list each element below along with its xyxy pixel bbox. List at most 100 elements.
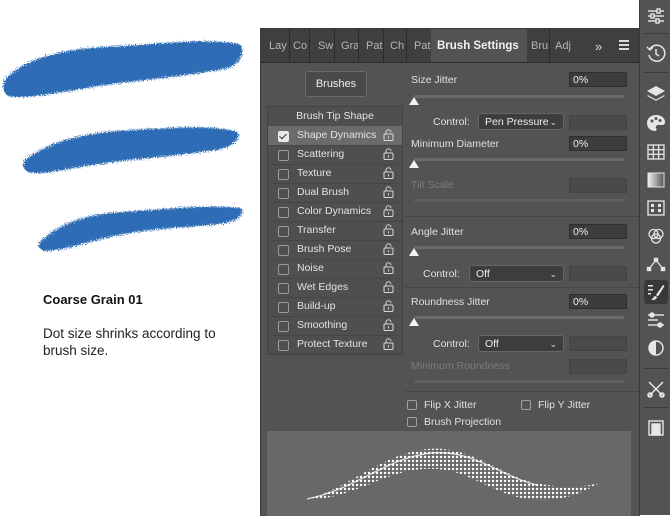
lock-icon[interactable] xyxy=(383,281,394,293)
brush-projection-checkbox[interactable] xyxy=(407,417,417,427)
lock-icon[interactable] xyxy=(383,186,394,198)
lock-icon[interactable] xyxy=(383,148,394,160)
minimum-diameter-slider[interactable] xyxy=(414,158,624,161)
brush-option-protect-texture[interactable]: Protect Texture xyxy=(268,335,402,355)
tab-adjustments[interactable]: Adj xyxy=(555,29,573,62)
tilt-scale-label: Tilt Scale xyxy=(411,179,454,191)
lock-icon[interactable] xyxy=(383,262,394,274)
smoothing-checkbox[interactable] xyxy=(278,321,289,332)
lock-icon[interactable] xyxy=(383,129,394,141)
color-dynamics-checkbox[interactable] xyxy=(278,207,289,218)
tab-color[interactable]: Co xyxy=(293,29,310,62)
divider xyxy=(404,391,640,392)
swatches-grid-icon[interactable] xyxy=(644,140,668,164)
angle-jitter-value[interactable]: 0% xyxy=(569,224,627,239)
brush-option-wet-edges[interactable]: Wet Edges xyxy=(268,278,402,298)
tab-layers[interactable]: Lay xyxy=(269,29,290,62)
brush-option-dual-brush[interactable]: Dual Brush xyxy=(268,183,402,203)
adjustments-icon[interactable] xyxy=(644,336,668,360)
brush-option-shape-dynamics[interactable]: Shape Dynamics xyxy=(268,126,402,146)
brush-option-scattering[interactable]: Scattering xyxy=(268,145,402,165)
protect-texture-label: Protect Texture xyxy=(297,338,368,350)
angle-control-select[interactable]: Off ⌄ xyxy=(469,265,564,282)
lock-icon[interactable] xyxy=(383,224,394,236)
brush-option-brush-pose[interactable]: Brush Pose xyxy=(268,240,402,260)
chevron-down-icon: ⌄ xyxy=(549,117,557,127)
scattering-checkbox[interactable] xyxy=(278,150,289,161)
minimum-diameter-thumb[interactable] xyxy=(409,160,419,168)
protect-texture-checkbox[interactable] xyxy=(278,340,289,351)
channels-icon[interactable] xyxy=(644,224,668,248)
brush-option-transfer[interactable]: Transfer xyxy=(268,221,402,241)
tab-swatches[interactable]: Sw xyxy=(318,29,335,62)
brush-option-color-dynamics[interactable]: Color Dynamics xyxy=(268,202,402,222)
minimum-diameter-value[interactable]: 0% xyxy=(569,136,627,151)
caption-title: Coarse Grain 01 xyxy=(43,292,143,307)
tab-brushes[interactable]: Bru xyxy=(531,29,550,62)
lock-icon[interactable] xyxy=(383,319,394,331)
brushes-button[interactable]: Brushes xyxy=(305,71,367,97)
texture-checkbox[interactable] xyxy=(278,169,289,180)
flip-y-checkbox[interactable] xyxy=(521,400,531,410)
size-jitter-value[interactable]: 0% xyxy=(569,72,627,87)
lock-icon[interactable] xyxy=(383,300,394,312)
roundness-jitter-thumb[interactable] xyxy=(409,318,419,326)
transfer-checkbox[interactable] xyxy=(278,226,289,237)
roundness-jitter-slider[interactable] xyxy=(414,316,624,319)
brush-tip-shape-item[interactable]: Brush Tip Shape xyxy=(268,107,402,127)
brush-option-build-up[interactable]: Build-up xyxy=(268,297,402,317)
library-icon[interactable] xyxy=(644,416,668,440)
lock-icon[interactable] xyxy=(383,338,394,350)
lock-icon[interactable] xyxy=(383,167,394,179)
size-jitter-slider[interactable] xyxy=(414,95,624,98)
right-panel-toolbar xyxy=(639,0,670,515)
size-control-select[interactable]: Pen Pressure ⌄ xyxy=(478,113,564,130)
flip-x-checkbox[interactable] xyxy=(407,400,417,410)
color-palette-icon[interactable] xyxy=(644,111,668,135)
gradient-icon[interactable] xyxy=(644,168,668,192)
lock-icon[interactable] xyxy=(383,243,394,255)
scattering-label: Scattering xyxy=(297,148,345,160)
roundness-control-label: Control: xyxy=(433,338,470,350)
toolbar-divider xyxy=(643,368,669,369)
angle-jitter-thumb[interactable] xyxy=(409,248,419,256)
brush-options-list: Brush Tip Shape Shape Dynamics Scattering… xyxy=(267,106,403,355)
size-jitter-thumb[interactable] xyxy=(409,97,419,105)
brush-settings-icon[interactable] xyxy=(644,280,668,304)
brush-option-smoothing[interactable]: Smoothing xyxy=(268,316,402,336)
layers-icon[interactable] xyxy=(644,82,668,106)
brush-option-noise[interactable]: Noise xyxy=(268,259,402,279)
tab-patterns[interactable]: Pat xyxy=(366,29,384,62)
history-icon[interactable] xyxy=(644,41,668,65)
panel-tab-bar: Lay Co Sw Gra Pat Ch Pat Brush Settings … xyxy=(261,29,640,63)
brush-pose-label: Brush Pose xyxy=(297,243,352,255)
tab-gradients[interactable]: Gra xyxy=(341,29,359,62)
brush-option-texture[interactable]: Texture xyxy=(268,164,402,184)
adjustments-sliders-icon[interactable] xyxy=(644,4,668,28)
noise-checkbox[interactable] xyxy=(278,264,289,275)
build-up-checkbox[interactable] xyxy=(278,302,289,313)
properties-icon[interactable] xyxy=(644,308,668,332)
roundness-control-select[interactable]: Off ⌄ xyxy=(478,335,564,352)
wet-edges-checkbox[interactable] xyxy=(278,283,289,294)
panel-menu-icon[interactable] xyxy=(619,40,629,50)
tools-preset-icon[interactable] xyxy=(644,377,668,401)
patterns-icon[interactable] xyxy=(644,196,668,220)
tab-channels[interactable]: Ch xyxy=(390,29,407,62)
tab-overflow-chevron-icon[interactable]: » xyxy=(595,39,602,54)
size-control-label: Control: xyxy=(433,116,470,128)
tab-paths[interactable]: Pat xyxy=(414,29,431,62)
tab-brush-settings[interactable]: Brush Settings xyxy=(431,29,527,62)
lock-icon[interactable] xyxy=(383,205,394,217)
paths-icon[interactable] xyxy=(644,252,668,276)
dual-brush-checkbox[interactable] xyxy=(278,188,289,199)
stroke-small xyxy=(38,206,243,251)
roundness-jitter-value[interactable]: 0% xyxy=(569,294,627,309)
brush-stroke-preview xyxy=(267,431,631,516)
shape-dynamics-checkbox[interactable] xyxy=(278,131,289,142)
preview-stroke-graphic xyxy=(305,448,599,501)
angle-jitter-slider[interactable] xyxy=(414,246,624,249)
tilt-scale-field xyxy=(569,178,627,193)
build-up-label: Build-up xyxy=(297,300,336,312)
brush-pose-checkbox[interactable] xyxy=(278,245,289,256)
